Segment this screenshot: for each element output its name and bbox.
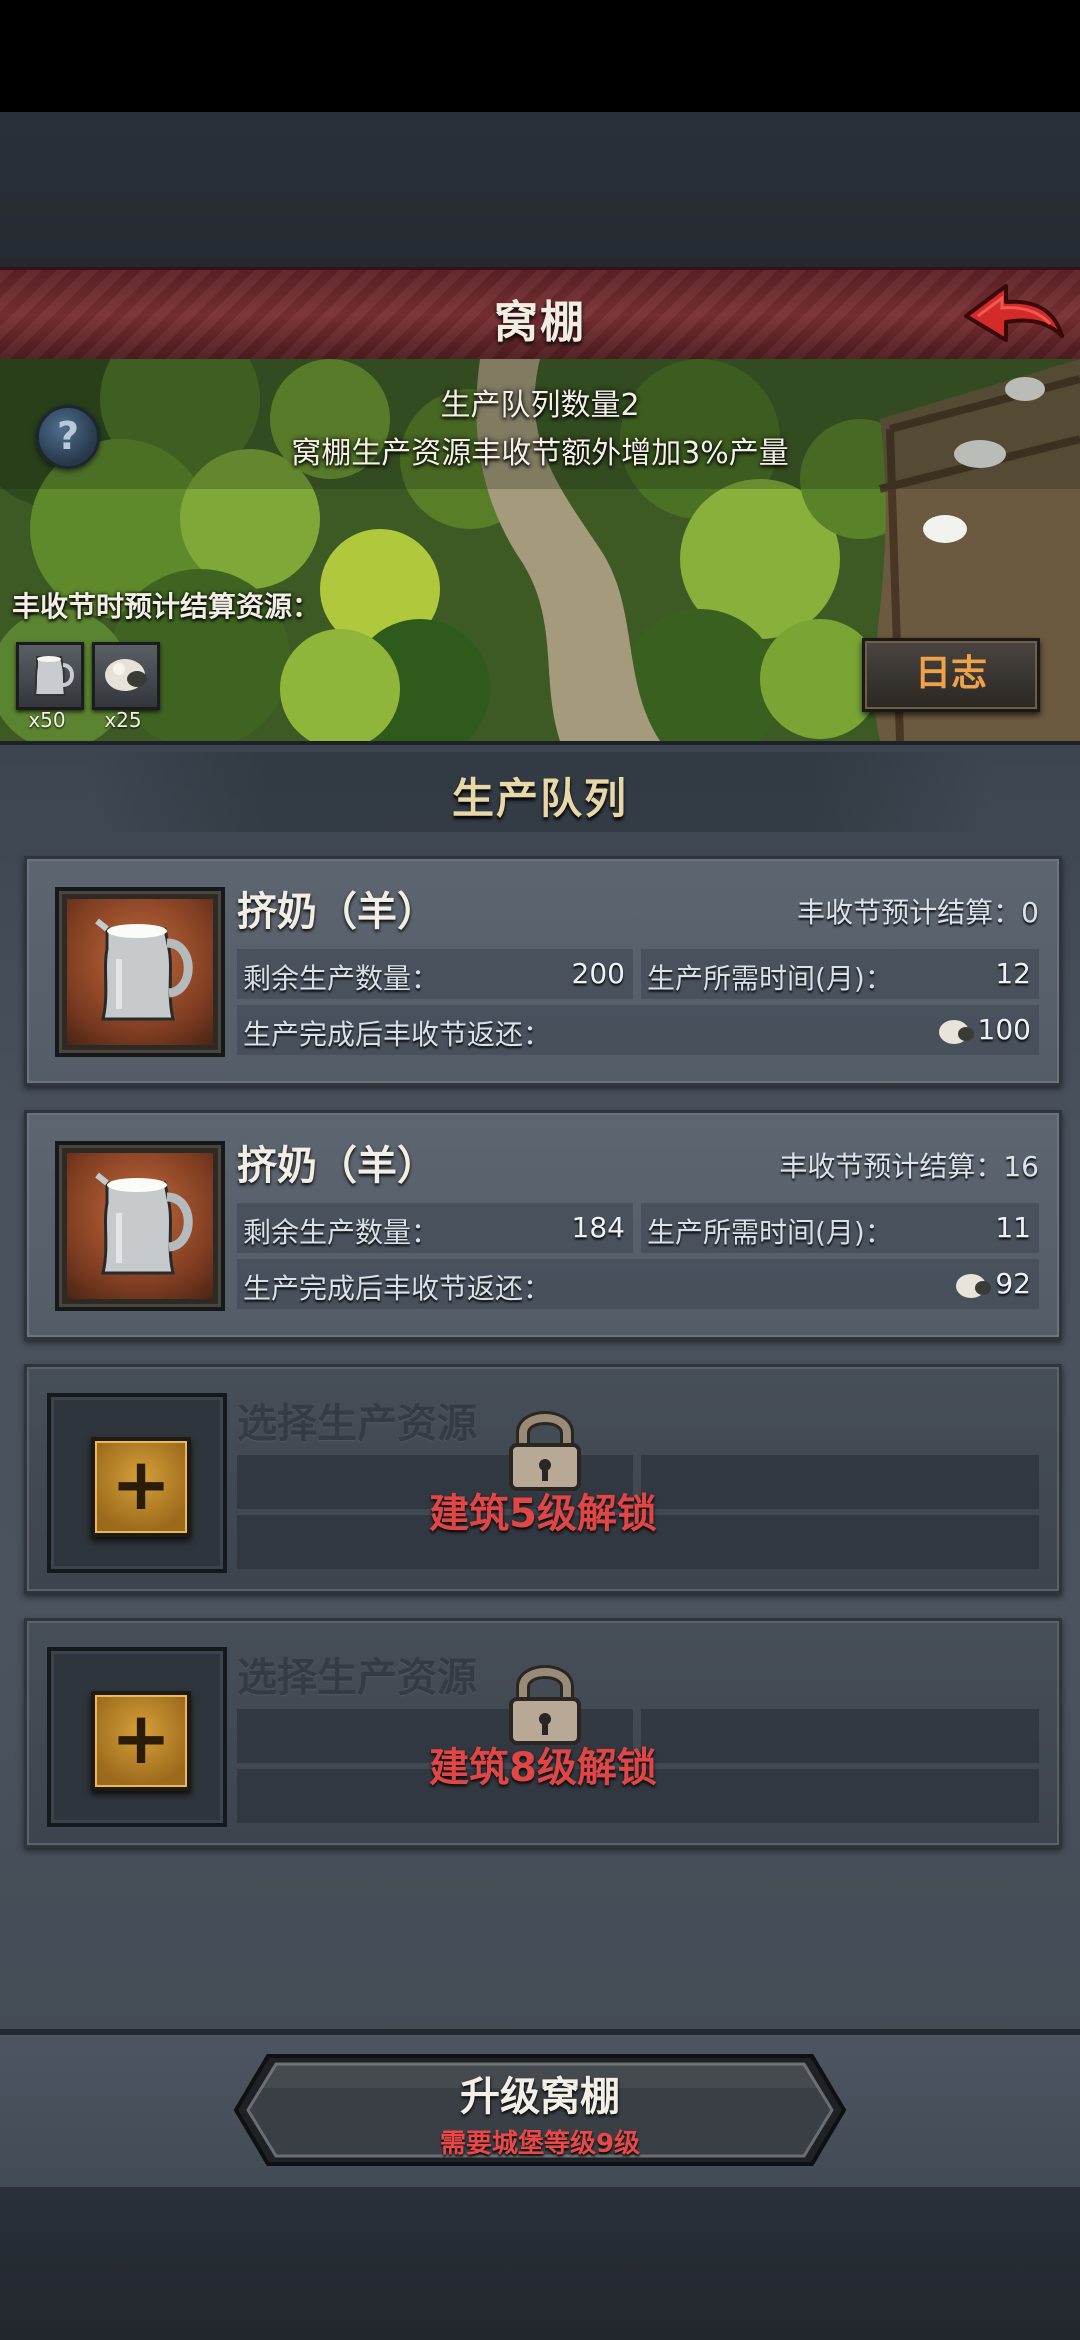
- upgrade-label: 升级窝棚: [460, 2074, 620, 2120]
- bonus-text: 窝棚生产资源丰收节额外增加3%产量: [291, 436, 789, 471]
- locked-slot-2[interactable]: + 选择生产资源 建筑8级解锁: [24, 1618, 1062, 1848]
- queue-item-2[interactable]: 挤奶（羊） 丰收节预计结算：16 剩余生产数量： 184 生产所需时间(月)： …: [24, 1110, 1062, 1340]
- remaining-label: 剩余生产数量：: [243, 1216, 440, 1249]
- time-label: 生产所需时间(月)：: [647, 1216, 893, 1249]
- remaining-row: 剩余生产数量： 200: [237, 949, 633, 999]
- time-value: 12: [995, 957, 1031, 990]
- bottom-backdrop: [0, 2187, 1080, 2340]
- remaining-value: 200: [571, 957, 625, 990]
- remaining-label: 剩余生产数量：: [243, 962, 440, 995]
- time-value: 11: [995, 1211, 1031, 1244]
- milk-jug-icon: [95, 1172, 193, 1275]
- return-label: 生产完成后丰收节返还：: [243, 1018, 552, 1051]
- help-button[interactable]: ?: [36, 405, 100, 469]
- locked-slot-title: 选择生产资源: [237, 1655, 477, 1701]
- title-bar: 窝棚: [0, 267, 1080, 364]
- unlock-requirement: 建筑5级解锁: [429, 1491, 657, 1537]
- return-value-wrap: 100: [936, 1013, 1031, 1048]
- resource-count-milk: x50: [28, 708, 66, 732]
- back-arrow-icon[interactable]: [962, 278, 1066, 352]
- locked-slot-1[interactable]: + 选择生产资源 建筑5级解锁: [24, 1364, 1062, 1594]
- return-row: 生产完成后丰收节返还： 92: [237, 1259, 1039, 1309]
- top-backdrop: [0, 112, 1080, 267]
- queue-count-text: 生产队列数量2: [440, 388, 640, 423]
- status-bar: [0, 0, 1080, 112]
- remaining-row: 剩余生产数量： 184: [237, 1203, 633, 1253]
- page-title: 窝棚: [494, 297, 586, 348]
- time-row: 生产所需时间(月)： 12: [641, 949, 1039, 999]
- return-row: 生产完成后丰收节返还： 100: [237, 1005, 1039, 1055]
- remaining-value: 184: [571, 1211, 625, 1244]
- section-title: 生产队列: [451, 774, 628, 823]
- resource-count-sheep: x25: [104, 708, 142, 732]
- queue-item-1[interactable]: 挤奶（羊） 丰收节预计结算：0 剩余生产数量： 200 生产所需时间(月)： 1…: [24, 856, 1062, 1086]
- milk-jug-icon: [16, 642, 84, 710]
- time-row: 生产所需时间(月)： 11: [641, 1203, 1039, 1253]
- harvest-forecast: 丰收节预计结算：16: [779, 1150, 1039, 1183]
- item-icon-frame: [55, 887, 225, 1057]
- return-value: 100: [977, 1013, 1031, 1046]
- unlock-requirement: 建筑8级解锁: [429, 1745, 657, 1791]
- expected-resources-label: 丰收节时预计结算资源：: [12, 590, 321, 623]
- locked-slot-title: 选择生产资源: [237, 1401, 477, 1447]
- sheep-icon: [956, 1274, 992, 1298]
- log-button[interactable]: 日志: [862, 638, 1040, 712]
- return-value: 92: [995, 1267, 1031, 1300]
- upgrade-requirement: 需要城堡等级9级: [439, 2129, 641, 2159]
- sheep-icon: [938, 1020, 974, 1044]
- return-value-wrap: 92: [953, 1267, 1031, 1302]
- harvest-forecast: 丰收节预计结算：0: [797, 896, 1039, 929]
- item-name: 挤奶（羊）: [237, 889, 437, 935]
- item-name: 挤奶（羊）: [237, 1143, 437, 1189]
- return-label: 生产完成后丰收节返还：: [243, 1272, 552, 1305]
- time-label: 生产所需时间(月)：: [647, 962, 893, 995]
- milk-jug-icon: [95, 918, 193, 1021]
- sheep-icon: [92, 642, 160, 710]
- banner-info: 生产队列数量2 窝棚生产资源丰收节额外增加3%产量: [200, 382, 880, 478]
- item-icon-frame: [55, 1141, 225, 1311]
- cow-2: [923, 515, 967, 543]
